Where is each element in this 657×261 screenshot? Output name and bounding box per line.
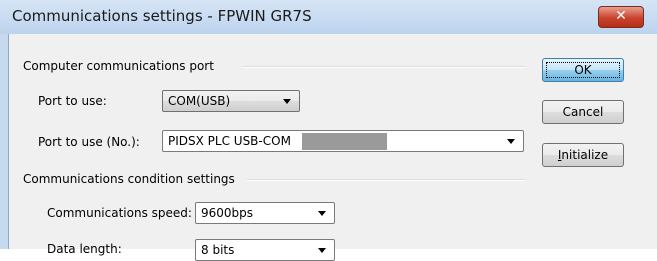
- dialog-window: Communications settings - FPWIN GR7S ✕ C…: [0, 0, 657, 261]
- group-port-divider: [243, 66, 525, 68]
- redacted-block: [302, 133, 387, 150]
- data-length-value: 8 bits: [201, 243, 235, 257]
- chevron-down-icon: [507, 139, 515, 144]
- window-title: Communications settings - FPWIN GR7S: [12, 7, 312, 25]
- cancel-button[interactable]: Cancel: [542, 100, 624, 124]
- group-conditions-label: Communications condition settings: [23, 172, 235, 186]
- close-button[interactable]: ✕: [598, 6, 644, 28]
- chevron-down-icon: [318, 211, 326, 216]
- cancel-button-label: Cancel: [562, 105, 604, 119]
- initialize-button[interactable]: Initialize: [542, 143, 624, 167]
- port-no-value: PIDSX PLC USB-COM: [168, 134, 291, 148]
- data-length-select[interactable]: 8 bits: [195, 239, 335, 261]
- port-to-use-value: COM(USB): [168, 94, 231, 108]
- initialize-button-label: nitialize: [561, 148, 609, 162]
- ok-button[interactable]: OK: [542, 58, 624, 82]
- close-icon: ✕: [615, 8, 627, 24]
- speed-select[interactable]: 9600bps: [195, 202, 335, 224]
- data-length-label: Data length:: [47, 242, 122, 256]
- group-port-label: Computer communications port: [23, 59, 214, 73]
- title-bar[interactable]: Communications settings - FPWIN GR7S ✕: [0, 0, 657, 34]
- speed-label: Communications speed:: [47, 206, 192, 220]
- port-no-select[interactable]: PIDSX PLC USB-COM: [162, 130, 524, 152]
- port-to-use-label: Port to use:: [38, 94, 107, 108]
- port-no-label: Port to use (No.):: [38, 135, 140, 149]
- port-to-use-select[interactable]: COM(USB): [162, 90, 300, 112]
- dialog-client-area: Computer communications port Port to use…: [8, 34, 657, 261]
- focus-rect: [546, 62, 620, 78]
- speed-value: 9600bps: [201, 206, 254, 220]
- chevron-down-icon: [283, 99, 291, 104]
- group-conditions-divider: [247, 179, 525, 181]
